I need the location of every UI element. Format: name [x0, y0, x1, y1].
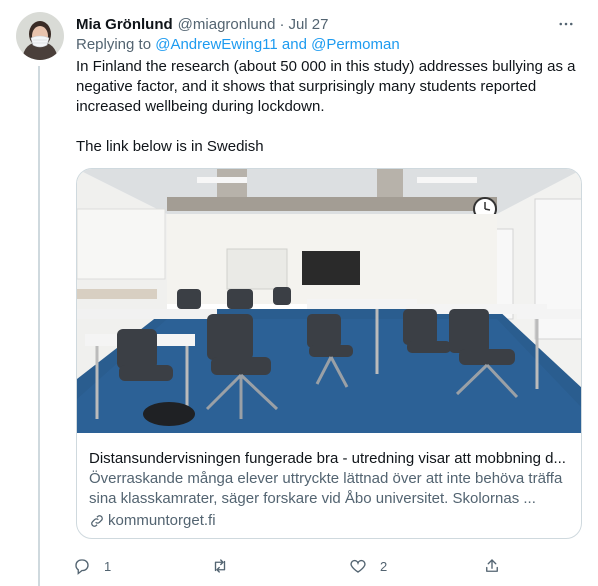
reply-user-link-1[interactable]: @AndrewEwing11	[155, 36, 278, 53]
separator-dot: ·	[279, 15, 285, 33]
replying-to: Replying to @AndrewEwing11 and @Permoman	[76, 36, 400, 53]
tweet-text: In Finland the research (about 50 000 in…	[76, 57, 582, 157]
card-title[interactable]: Distansundervisningen fungerade bra - ut…	[89, 449, 571, 469]
card-domain-text: kommuntorget.fi	[108, 512, 216, 529]
tweet-header: Mia Grönlund @miagronlund · Jul 27	[76, 14, 578, 34]
reply-button[interactable]: 1	[68, 552, 111, 580]
retweet-button[interactable]	[206, 552, 242, 580]
link-icon	[89, 513, 105, 529]
replying-prefix: Replying to	[76, 36, 152, 53]
action-bar: 1 2	[68, 552, 508, 580]
author-name[interactable]: Mia Grönlund	[76, 16, 173, 33]
card-image[interactable]	[77, 169, 581, 433]
reply-count: 1	[104, 558, 112, 574]
author-handle[interactable]: @miagronlund	[178, 16, 276, 33]
like-count: 2	[380, 558, 388, 574]
tweet-paragraph-2: The link below is in Swedish	[76, 138, 264, 155]
share-icon	[478, 552, 506, 580]
reply-icon	[68, 552, 96, 580]
tweet-paragraph-1: In Finland the research (about 50 000 in…	[76, 58, 576, 115]
link-card[interactable]: Distansundervisningen fungerade bra - ut…	[76, 168, 582, 539]
reply-user-link-2[interactable]: @Permoman	[311, 36, 400, 53]
share-button[interactable]	[478, 552, 506, 580]
like-icon	[344, 552, 372, 580]
like-button[interactable]: 2	[344, 552, 387, 580]
replying-and: and	[281, 36, 307, 53]
avatar[interactable]	[16, 12, 64, 60]
thread-line	[38, 66, 40, 586]
more-icon[interactable]	[554, 12, 578, 36]
card-domain: kommuntorget.fi	[89, 511, 216, 531]
tweet-date[interactable]: Jul 27	[288, 16, 328, 33]
card-description: Överraskande många elever uttryckte lätt…	[89, 470, 563, 507]
retweet-icon	[206, 552, 234, 580]
